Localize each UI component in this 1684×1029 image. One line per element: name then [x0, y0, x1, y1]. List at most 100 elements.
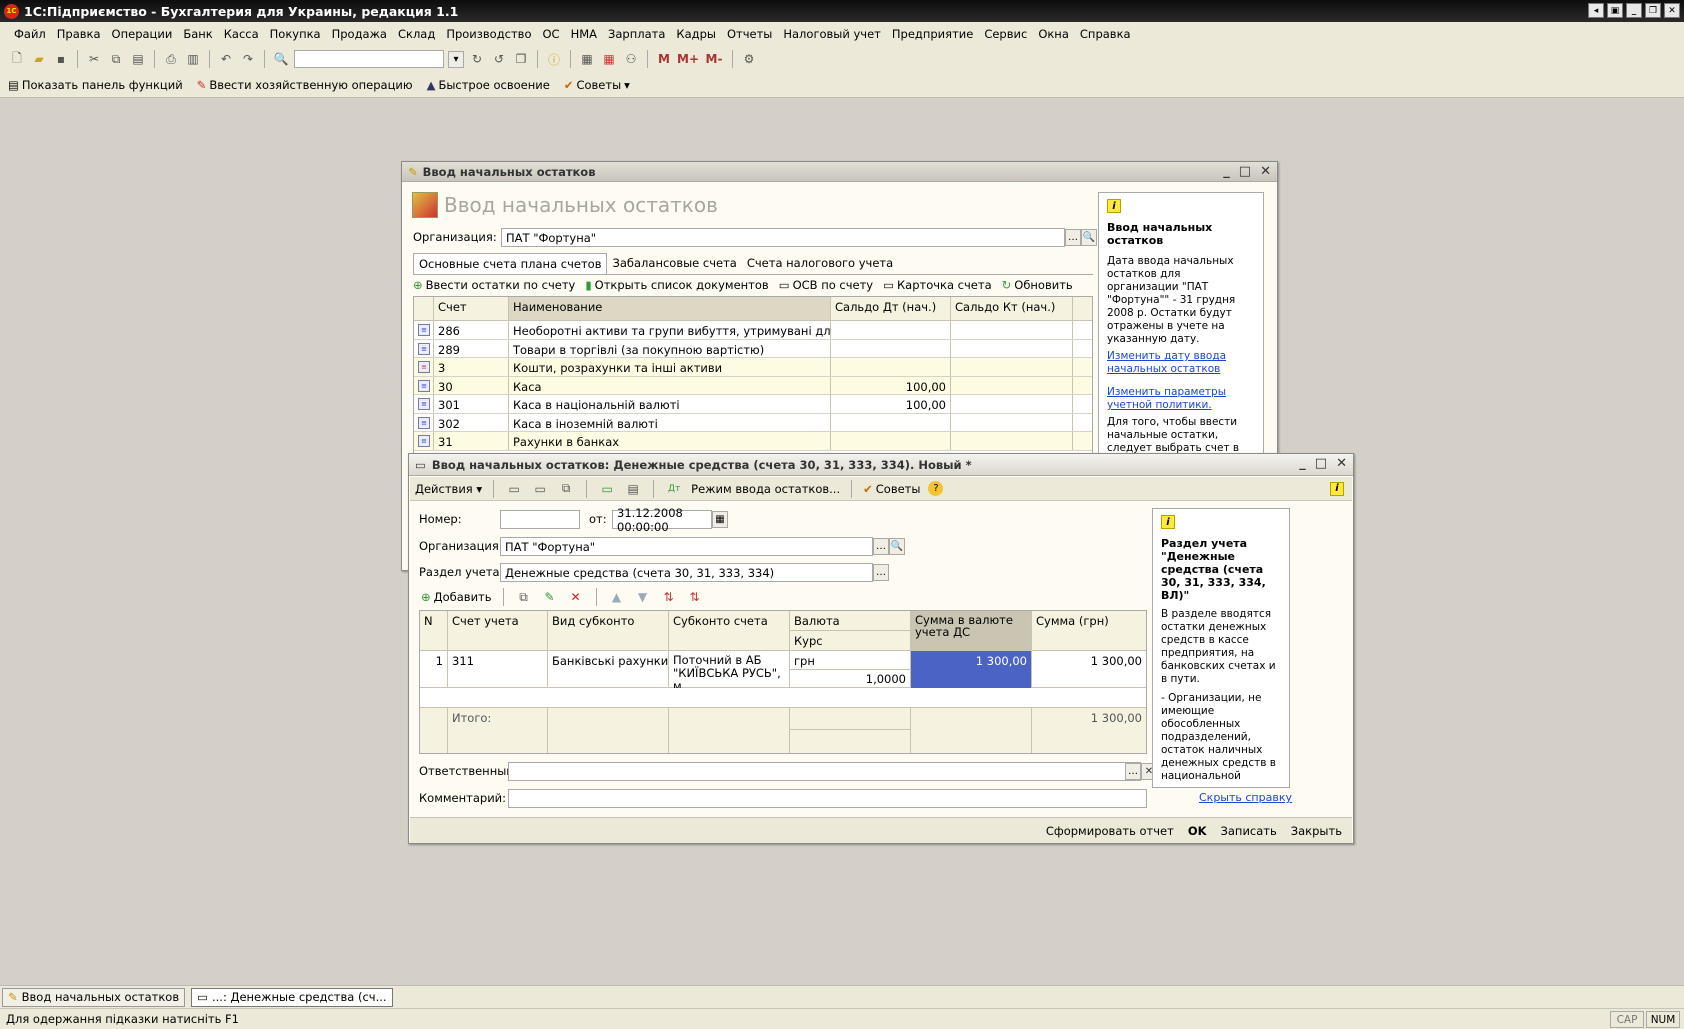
undo-icon[interactable]: ↶ [217, 50, 235, 68]
cut-icon[interactable]: ✂ [85, 50, 103, 68]
task-cash-balances[interactable]: ▭...: Денежные средства (сч... [191, 987, 393, 1007]
tab-off-balance[interactable]: Забалансовые счета [607, 253, 741, 274]
col-name[interactable]: Наименование [509, 297, 831, 320]
tips-button[interactable]: ✔ Советы [863, 482, 920, 496]
org-select-button[interactable]: … [873, 538, 889, 555]
refresh-button[interactable]: ↻ Обновить [1002, 278, 1073, 292]
sort-desc-icon[interactable]: ⇅ [686, 588, 704, 606]
edit-row-icon[interactable]: ✎ [541, 588, 559, 606]
restore-button[interactable]: ❐ [1645, 3, 1661, 18]
minimize-button[interactable]: _ [1626, 3, 1642, 18]
memory-m-button[interactable]: M [655, 50, 673, 68]
enter-balances-button[interactable]: ⊕ Ввести остатки по счету [413, 278, 575, 292]
maximize-icon[interactable]: □ [1315, 456, 1327, 471]
unpost-icon[interactable]: ▭ [531, 480, 549, 498]
menu-hr[interactable]: Кадры [676, 27, 716, 41]
delete-row-icon[interactable]: ✕ [567, 588, 585, 606]
print-icon[interactable]: ⎙ [162, 50, 180, 68]
report-button[interactable]: Сформировать отчет [1046, 824, 1174, 838]
menu-salary[interactable]: Зарплата [608, 27, 665, 41]
calendar-icon[interactable]: ▦ [712, 511, 728, 528]
account-card-button[interactable]: ▭ Карточка счета [883, 278, 992, 292]
memory-m-plus-button[interactable]: M+ [677, 50, 699, 68]
change-policy-link[interactable]: Изменить параметры учетной политики. [1107, 386, 1255, 412]
new-icon[interactable]: 🗋 [8, 50, 26, 68]
responsible-select-button[interactable]: … [1125, 763, 1141, 780]
org-search-icon[interactable]: 🔍 [889, 538, 905, 555]
info-toggle-icon[interactable]: i [1330, 481, 1344, 496]
section-field[interactable]: Денежные средства (счета 30, 31, 333, 33… [500, 563, 873, 582]
table-row[interactable]: 1 311 Банківські рахунки Поточний в АБ "… [420, 651, 1146, 688]
menu-warehouse[interactable]: Склад [398, 27, 435, 41]
menu-help[interactable]: Справка [1080, 27, 1131, 41]
nav-switch-icon[interactable]: ▣ [1607, 3, 1623, 18]
col-account[interactable]: Счет [434, 297, 509, 320]
menu-enterprise[interactable]: Предприятие [892, 27, 973, 41]
find-prev-icon[interactable]: ↺ [490, 50, 508, 68]
save-button[interactable]: Записать [1221, 824, 1277, 838]
find-next-icon[interactable]: ↻ [468, 50, 486, 68]
minimize-icon[interactable]: _ [1223, 164, 1230, 179]
task-opening-balances[interactable]: ✎ Ввод начальных остатков [2, 987, 186, 1007]
menu-edit[interactable]: Правка [57, 27, 101, 41]
org-select-button[interactable]: … [1065, 229, 1081, 246]
comment-field[interactable] [508, 789, 1147, 808]
col-sum[interactable]: Сумма (грн) [1032, 611, 1146, 651]
move-down-icon[interactable]: ▼ [634, 588, 652, 606]
copy-doc-icon[interactable]: ⧉ [557, 480, 575, 498]
users-icon[interactable]: ⚇ [622, 50, 640, 68]
responsible-field[interactable] [508, 762, 1141, 781]
sort-asc-icon[interactable]: ⇅ [660, 588, 678, 606]
menu-reports[interactable]: Отчеты [727, 27, 772, 41]
paste-icon[interactable]: ▤ [129, 50, 147, 68]
close-button[interactable]: ✕ [1664, 3, 1680, 18]
actions-menu[interactable]: Действия ▾ [415, 482, 482, 496]
menu-sale[interactable]: Продажа [332, 27, 387, 41]
post-icon[interactable]: ▭ [505, 480, 523, 498]
close-button[interactable]: Закрыть [1291, 824, 1342, 838]
show-panel-button[interactable]: ▤ Показать панель функций [8, 78, 183, 92]
row-sum-currency[interactable]: 1 300,00 [911, 651, 1032, 688]
change-date-link[interactable]: Изменить дату ввода начальных остатков [1107, 350, 1255, 376]
enter-operation-button[interactable]: ✎ Ввести хозяйственную операцию [197, 78, 413, 92]
minimize-icon[interactable]: _ [1299, 456, 1306, 471]
hide-help-link[interactable]: Скрыть справку [1199, 791, 1292, 804]
dt-kt-icon[interactable]: Дт [665, 480, 683, 498]
col-currency[interactable]: Валюта [790, 611, 911, 631]
mode-button[interactable]: Режим ввода остатков... [691, 482, 840, 496]
org-field[interactable]: ПАТ "Фортуна" [501, 228, 1065, 247]
redo-icon[interactable]: ↷ [239, 50, 257, 68]
menu-file[interactable]: Файл [14, 27, 46, 41]
save-icon[interactable]: ▪ [52, 50, 70, 68]
calculator-icon[interactable]: ▦ [578, 50, 596, 68]
menu-intangibles[interactable]: НМА [571, 27, 597, 41]
search-icon[interactable]: 🔍 [272, 50, 290, 68]
table-row[interactable]: ≡ 289 Товари в торгівлі (за покупною вар… [414, 339, 1092, 358]
copy-row-icon[interactable]: ⧉ [515, 588, 533, 606]
open-docs-button[interactable]: ▮ Открыть список документов [585, 278, 768, 292]
add-row-button[interactable]: ⊕ Добавить [421, 590, 492, 604]
structure-icon[interactable]: ▤ [624, 480, 642, 498]
open-icon[interactable]: ▰ [30, 50, 48, 68]
menu-production[interactable]: Производство [446, 27, 531, 41]
menu-fixed-assets[interactable]: ОС [542, 27, 559, 41]
number-field[interactable] [500, 510, 580, 529]
org-field[interactable]: ПАТ "Фортуна" [500, 537, 873, 556]
tab-main-accounts[interactable]: Основные счета плана счетов [413, 253, 608, 274]
windows-icon[interactable]: ❐ [512, 50, 530, 68]
table-row[interactable]: ≡ 286 Необоротні активи та групи вибуття… [414, 321, 1092, 340]
ok-button[interactable]: OK [1188, 824, 1207, 838]
create-based-icon[interactable]: ▭ [598, 480, 616, 498]
tab-tax-accounts[interactable]: Счета налогового учета [742, 253, 898, 274]
menu-tax[interactable]: Налоговый учет [783, 27, 881, 41]
osv-button[interactable]: ▭ ОСВ по счету [779, 278, 873, 292]
settings-icon[interactable]: ⚙ [740, 50, 758, 68]
org-search-icon[interactable]: 🔍 [1081, 229, 1097, 246]
table-row[interactable]: ≡ 301 Каса в національній валюті 100,00 [414, 395, 1092, 414]
menu-windows[interactable]: Окна [1038, 27, 1069, 41]
maximize-icon[interactable]: □ [1239, 164, 1251, 179]
memory-m-minus-button[interactable]: M- [703, 50, 725, 68]
copy-icon[interactable]: ⧉ [107, 50, 125, 68]
close-icon[interactable]: ✕ [1336, 456, 1347, 471]
col-debit[interactable]: Сальдо Дт (нач.) [831, 297, 951, 320]
